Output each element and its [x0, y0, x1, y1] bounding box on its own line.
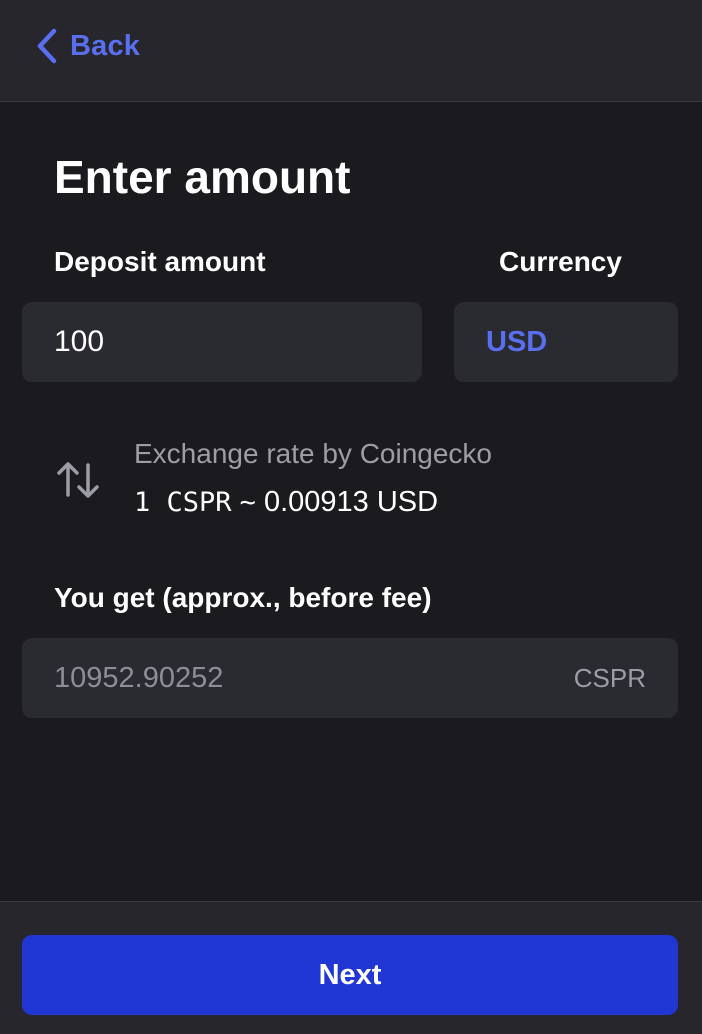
- currency-select[interactable]: USD: [454, 302, 678, 382]
- top-bar: Back: [0, 0, 702, 102]
- exchange-rate-value: 1 CSPR ~ 0.00913 USD: [134, 486, 438, 519]
- exchange-rate-info: Exchange rate by Coingecko 1 CSPR ~ 0.00…: [54, 434, 654, 534]
- swap-vertical-icon: [56, 460, 100, 505]
- exchange-rate-from: 1 CSPR: [134, 487, 232, 518]
- currency-label: Currency: [499, 246, 622, 277]
- deposit-screen: Back Enter amount Deposit amount Currenc…: [0, 0, 702, 1034]
- back-button[interactable]: Back: [36, 26, 140, 66]
- next-button-label: Next: [318, 958, 382, 991]
- currency-selected-value: USD: [486, 325, 548, 358]
- exchange-rate-to: 0.00913 USD: [263, 486, 439, 518]
- footer-bar: Next: [0, 901, 702, 1034]
- deposit-amount-label: Deposit amount: [54, 246, 266, 277]
- next-button[interactable]: Next: [22, 935, 678, 1015]
- deposit-amount-field[interactable]: [22, 302, 422, 382]
- you-get-value: 10952.90252: [54, 661, 224, 694]
- you-get-field: 10952.90252 CSPR: [22, 638, 678, 718]
- chevron-left-icon: [36, 28, 58, 64]
- you-get-unit: CSPR: [573, 662, 646, 693]
- back-label: Back: [70, 29, 141, 62]
- you-get-label: You get (approx., before fee): [54, 582, 432, 613]
- deposit-amount-input[interactable]: [54, 325, 422, 359]
- exchange-rate-separator: ~: [239, 487, 256, 518]
- page-title: Enter amount: [54, 151, 351, 203]
- exchange-rate-caption: Exchange rate by Coingecko: [134, 438, 492, 469]
